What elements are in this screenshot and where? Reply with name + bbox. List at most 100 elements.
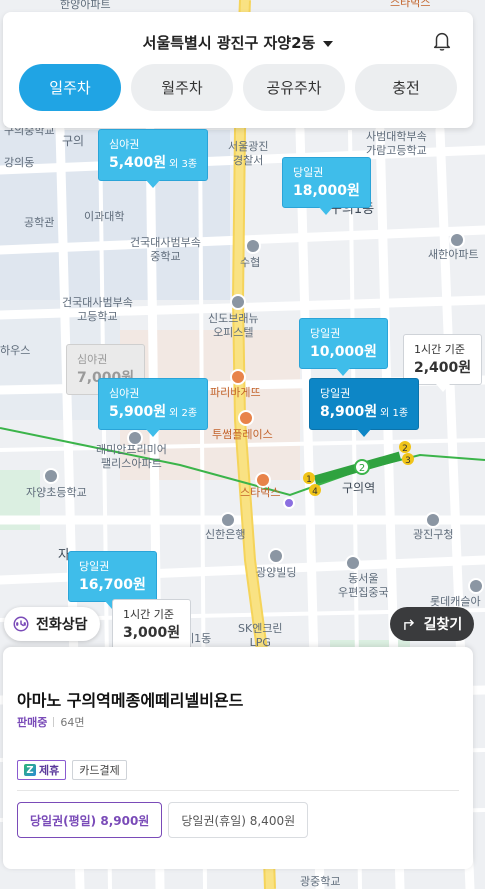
station-badges: 1 4 2 2 3 — [303, 441, 414, 496]
svg-text:2: 2 — [402, 444, 408, 454]
marker-price: 8,900원 — [320, 404, 378, 420]
badge-list: Z 제휴 카드결제 — [17, 760, 127, 780]
building-pin-icon-2 — [268, 548, 284, 564]
directions-label: 길찾기 — [423, 617, 463, 633]
marker-type: 심야권 — [109, 138, 140, 151]
marker-price: 2,400원 — [414, 360, 472, 376]
meta-divider — [53, 717, 55, 727]
price-marker[interactable]: 당일권 16,700원 — [68, 551, 157, 609]
partner-badge-label: 제휴 — [39, 764, 60, 777]
poi-starbucks: 스타벅스 — [240, 486, 281, 499]
parking-spaces: 64면 — [60, 716, 85, 729]
price-marker[interactable]: 심야권 5,900원 외 2종 — [98, 378, 209, 437]
top-panel: 서울특별시 광진구 자양2동 일주차 월주차 공유주차 충전 — [3, 12, 473, 128]
svg-text:2: 2 — [359, 463, 365, 474]
marker-price: 3,000원 — [123, 625, 181, 641]
marker-type: 1시간 기준 — [123, 608, 174, 621]
card-divider — [17, 790, 459, 791]
poi-shindo: 신도브래뉴 오피스텔 — [208, 312, 259, 339]
poi-gwangjin-office: 광진구청 — [413, 528, 454, 541]
ticket-option-holiday[interactable]: 당일권(휴일) 8,400원 — [168, 802, 309, 838]
headset-icon — [13, 616, 29, 632]
poi-gwangyang: 광양빌딩 — [256, 566, 297, 579]
government-pin-icon — [425, 512, 441, 528]
marker-price: 18,000원 — [293, 183, 360, 199]
location-text: 서울특별시 광진구 자양2동 — [142, 34, 316, 52]
ticket-options: 당일권(평일) 8,900원 당일권(휴일) 8,400원 — [17, 802, 309, 838]
marker-extra: 외 3종 — [169, 159, 198, 170]
ticket-option-weekday[interactable]: 당일권(평일) 8,900원 — [17, 802, 163, 838]
shinhan-pin-icon — [220, 512, 236, 528]
location-selector[interactable]: 서울특별시 광진구 자양2동 — [3, 32, 473, 53]
poi-sahbum: 사범대학부속 가람고등학교 — [366, 130, 427, 157]
poi-paris: 파리바게뜨 — [210, 386, 261, 399]
parking-lot-meta: 판매중 64면 — [17, 714, 85, 730]
lotte-pin-icon — [468, 578, 484, 594]
price-marker-selected[interactable]: 당일권 8,900원 외 1종 — [309, 378, 420, 437]
tab-shared[interactable]: 공유주차 — [243, 64, 345, 111]
marker-type: 1시간 기준 — [414, 343, 465, 356]
phone-consult-button[interactable]: 전화상담 — [4, 607, 100, 641]
poi-top-right: 스타벅스 — [390, 0, 431, 9]
poi-saehan: 새한아파트 — [428, 248, 479, 261]
price-marker[interactable]: 심야권 5,400원 외 3종 — [98, 129, 209, 188]
tab-daily[interactable]: 일주차 — [19, 64, 121, 111]
turn-right-arrow-icon — [403, 619, 414, 630]
card-payment-badge: 카드결제 — [72, 760, 127, 780]
parking-lot-card[interactable]: 아마노 구의역메종에떼리넬비욘드 판매중 64면 Z 제휴 카드결제 당일권(평… — [3, 647, 473, 869]
poi-gunkuk-high: 건국대사범부속 고등학교 — [62, 296, 133, 323]
poi-gonghak: 공학관 — [24, 216, 55, 229]
poi-sk: SK엔크린 LPG — [238, 622, 283, 649]
marker-price: 5,900원 — [109, 404, 167, 420]
tab-charging[interactable]: 충전 — [355, 64, 457, 111]
partner-logo-icon: Z — [24, 764, 36, 776]
cafe-pin-icon — [238, 410, 254, 426]
svg-text:4: 4 — [312, 487, 318, 496]
chevron-down-icon — [323, 40, 334, 47]
directions-button[interactable]: 길찾기 — [390, 607, 474, 641]
poi-top-left: 한양아파트 — [60, 0, 111, 11]
marker-extra: 외 1종 — [380, 408, 409, 419]
marker-price: 10,000원 — [310, 344, 377, 360]
svg-text:3: 3 — [405, 456, 411, 466]
poi-raemian: 래미안프리미어 팰리스아파트 — [96, 443, 167, 470]
price-marker[interactable]: 당일권 10,000원 — [299, 318, 388, 376]
poi-police: 서울광진 경찰서 — [228, 140, 269, 167]
post-pin-icon — [345, 555, 361, 571]
sale-status: 판매중 — [17, 716, 48, 729]
svg-text:1: 1 — [306, 475, 312, 485]
tab-monthly[interactable]: 월주차 — [131, 64, 233, 111]
bank-pin-icon — [245, 238, 261, 254]
tab-bar: 일주차 월주차 공유주차 충전 — [19, 64, 457, 111]
marker-type: 심야권 — [109, 387, 140, 400]
marker-type: 당일권 — [310, 327, 341, 340]
bakery-pin-icon — [230, 369, 246, 385]
poi-dongseoul: 동서울 우편집중국 — [338, 572, 389, 599]
partner-badge: Z 제휴 — [17, 760, 67, 780]
poi-gunkuk-mid: 건국대사범부속 중학교 — [130, 236, 201, 263]
marker-type: 당일권 — [293, 166, 324, 179]
marker-type: 당일권 — [320, 387, 351, 400]
price-marker[interactable]: 1시간 기준 3,000원 — [112, 599, 192, 657]
price-marker[interactable]: 당일권 18,000원 — [282, 157, 371, 215]
office-pin-icon — [230, 294, 246, 310]
building-pin-icon — [449, 232, 465, 248]
poi-gangui: 강의동 — [4, 156, 35, 169]
current-location-dot — [283, 497, 295, 509]
bell-icon[interactable] — [431, 30, 453, 52]
poi-gu: 구의 — [62, 134, 85, 148]
poi-bottom: 광중학교 — [300, 875, 341, 888]
poi-house: 하우스 — [0, 344, 31, 357]
parking-lot-title: 아마노 구의역메종에떼리넬비욘드 — [17, 691, 244, 710]
marker-price: 16,700원 — [79, 577, 146, 593]
poi-twosome: 투썸플레이스 — [212, 428, 273, 441]
marker-price: 5,400원 — [109, 155, 167, 171]
poi-suhyup: 수협 — [240, 256, 261, 269]
poi-jayang: 자양초등학교 — [26, 486, 87, 499]
marker-extra: 외 2종 — [169, 408, 198, 419]
poi-shinhan: 신한은행 — [205, 528, 246, 541]
marker-type: 심야권 — [77, 353, 108, 366]
marker-type: 당일권 — [79, 560, 110, 573]
poi-iigong: 이과대학 — [84, 210, 125, 223]
school-pin-icon — [43, 468, 59, 484]
